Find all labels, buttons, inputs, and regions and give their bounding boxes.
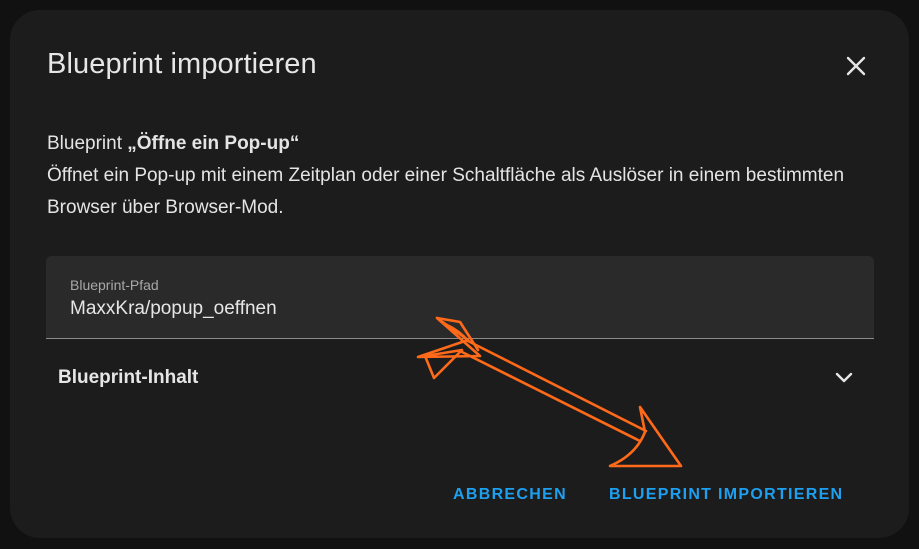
import-blueprint-dialog: Blueprint importieren Blueprint „Öffne e… bbox=[10, 10, 909, 538]
blueprint-path-label: Blueprint-Pfad bbox=[70, 277, 159, 293]
close-button[interactable] bbox=[838, 48, 874, 84]
import-blueprint-button[interactable]: BLUEPRINT IMPORTIEREN bbox=[609, 482, 843, 508]
close-icon bbox=[846, 56, 866, 76]
chevron-down-icon[interactable] bbox=[832, 365, 856, 389]
dialog-title: Blueprint importieren bbox=[47, 48, 317, 80]
blueprint-content-label: Blueprint-Inhalt bbox=[58, 367, 199, 388]
blueprint-description: Blueprint „Öffne ein Pop-up“ Öffnet ein … bbox=[47, 128, 877, 224]
blueprint-name: „Öffne ein Pop-up“ bbox=[127, 133, 300, 154]
cancel-button[interactable]: ABBRECHEN bbox=[453, 482, 567, 508]
blueprint-path-field[interactable]: Blueprint-Pfad MaxxKra/popup_oeffnen bbox=[46, 256, 874, 339]
blueprint-content-expander[interactable]: Blueprint-Inhalt bbox=[46, 348, 874, 404]
description-text: Öffnet ein Pop-up mit einem Zeitplan ode… bbox=[47, 165, 845, 218]
description-prefix: Blueprint bbox=[47, 133, 128, 154]
blueprint-path-value[interactable]: MaxxKra/popup_oeffnen bbox=[70, 298, 277, 320]
